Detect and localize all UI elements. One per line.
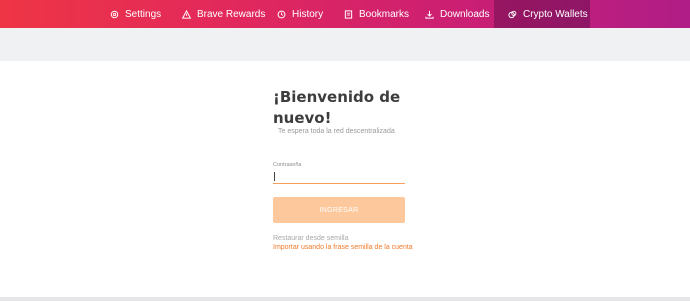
top-nav-bar: Settings Brave Rewards History Bookmarks… — [0, 0, 690, 28]
import-seed-phrase-link[interactable]: Importar usando la frase semilla de la c… — [273, 243, 413, 252]
password-field[interactable] — [273, 170, 405, 184]
wallet-icon — [508, 10, 517, 19]
tab-history-label: History — [292, 8, 324, 20]
tab-crypto-wallets[interactable]: Crypto Wallets — [494, 0, 590, 28]
tab-bookmarks[interactable]: Bookmarks — [344, 0, 409, 28]
tab-brave-rewards-label: Brave Rewards — [197, 8, 266, 20]
tab-downloads[interactable]: Downloads — [425, 0, 489, 28]
tab-settings[interactable]: Settings — [110, 0, 161, 28]
download-icon — [425, 10, 434, 19]
password-label: Contraseña — [273, 162, 302, 168]
tab-bookmarks-label: Bookmarks — [359, 8, 410, 20]
header-spacer — [0, 28, 690, 61]
tab-brave-rewards[interactable]: Brave Rewards — [182, 0, 265, 28]
restore-from-seed-link[interactable]: Restaurar desde semilla — [273, 235, 348, 242]
tab-downloads-label: Downloads — [440, 8, 490, 20]
history-icon — [277, 10, 286, 19]
login-button[interactable]: INGRESAR — [273, 197, 405, 223]
gear-icon — [110, 10, 119, 19]
text-caret — [274, 172, 275, 181]
page-subtitle: Te espera toda la red descentralizada — [278, 128, 395, 135]
bookmark-icon — [344, 9, 353, 19]
tab-settings-label: Settings — [125, 8, 162, 20]
triangle-icon — [182, 9, 191, 19]
page-title: ¡Bienvenido de nuevo! — [273, 88, 401, 127]
tab-crypto-wallets-label: Crypto Wallets — [523, 8, 588, 20]
tab-history[interactable]: History — [277, 0, 323, 28]
bottom-divider — [0, 297, 690, 301]
